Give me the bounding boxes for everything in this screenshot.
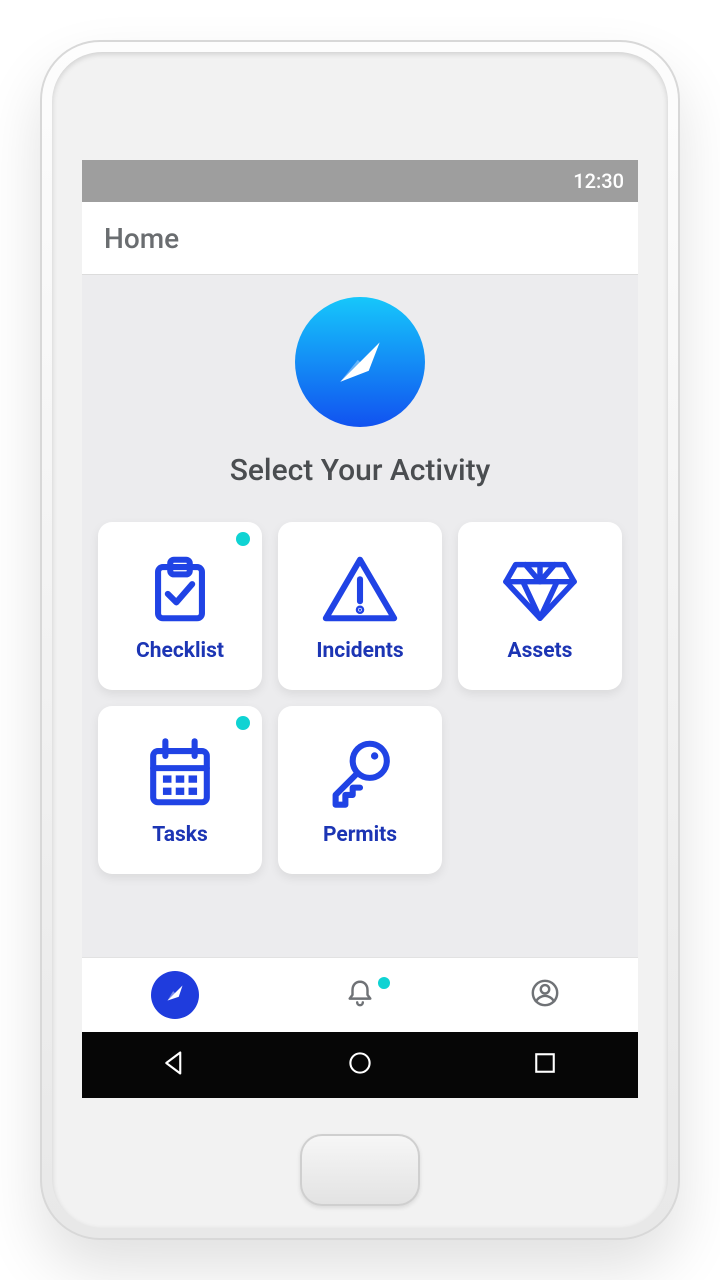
phone-home-button[interactable]: [300, 1134, 420, 1206]
nav-recents-icon[interactable]: [531, 1049, 559, 1081]
card-label: Checklist: [136, 639, 224, 663]
android-nav-bar: [82, 1032, 638, 1098]
tab-alerts[interactable]: [336, 971, 384, 1019]
screen: 12:30 Home Select Your Activity: [82, 160, 638, 1098]
notification-dot: [236, 716, 250, 730]
tab-profile[interactable]: [521, 971, 569, 1019]
key-icon: [320, 733, 400, 813]
main-content: Select Your Activity Che: [82, 275, 638, 957]
warning-triangle-icon: [320, 549, 400, 629]
activity-card-incidents[interactable]: Incidents: [278, 522, 442, 690]
card-label: Incidents: [316, 639, 403, 663]
activity-card-assets[interactable]: Assets: [458, 522, 622, 690]
compass-hero-icon: [295, 297, 425, 427]
app-bar: Home: [82, 202, 638, 275]
user-circle-icon: [530, 978, 560, 1012]
card-label: Assets: [508, 639, 573, 663]
calendar-grid-icon: [140, 733, 220, 813]
diamond-icon: [500, 549, 580, 629]
status-time: 12:30: [573, 169, 624, 193]
notification-dot: [236, 532, 250, 546]
nav-home-icon[interactable]: [346, 1049, 374, 1081]
hero-title: Select Your Activity: [230, 453, 491, 488]
card-label: Tasks: [152, 823, 208, 847]
nav-back-icon[interactable]: [161, 1049, 189, 1081]
compass-icon: [160, 978, 190, 1012]
phone-body: 12:30 Home Select Your Activity: [40, 40, 680, 1240]
tab-explore[interactable]: [151, 971, 199, 1019]
page-title: Home: [104, 222, 179, 255]
notification-dot: [378, 977, 390, 989]
card-label: Permits: [323, 823, 397, 847]
bottom-tab-bar: [82, 957, 638, 1032]
bell-icon: [345, 978, 375, 1012]
clipboard-check-icon: [140, 549, 220, 629]
status-bar: 12:30: [82, 160, 638, 202]
activity-card-tasks[interactable]: Tasks: [98, 706, 262, 874]
activity-grid: Checklist Incidents: [94, 522, 626, 874]
activity-card-checklist[interactable]: Checklist: [98, 522, 262, 690]
device-frame: 12:30 Home Select Your Activity: [0, 0, 720, 1280]
activity-card-permits[interactable]: Permits: [278, 706, 442, 874]
phone-bezel: 12:30 Home Select Your Activity: [52, 52, 668, 1228]
